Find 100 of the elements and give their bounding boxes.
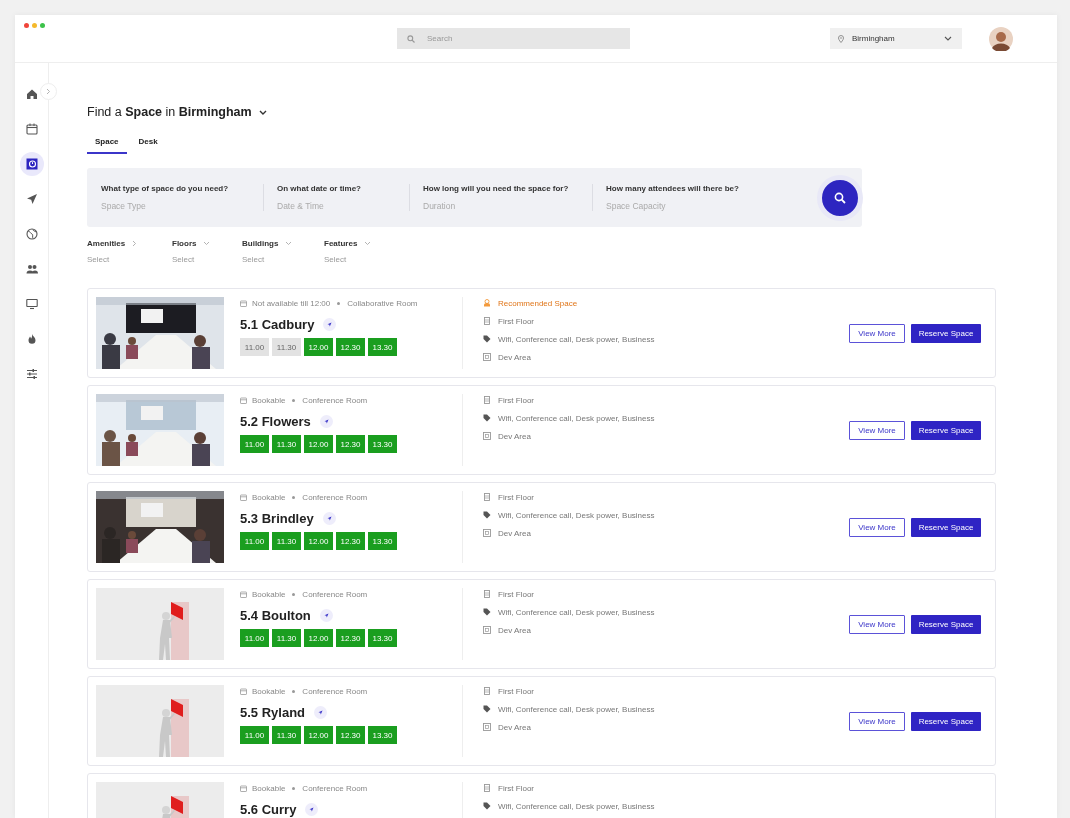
availability-status: Bookable — [252, 784, 286, 793]
time-slot[interactable]: 12.00 — [304, 629, 333, 647]
calendar-icon — [240, 300, 247, 307]
time-slot[interactable]: 11.30 — [272, 532, 301, 550]
availability-status: Bookable — [252, 590, 286, 599]
time-slot[interactable]: 11.30 — [272, 338, 301, 356]
chevron-right-icon — [132, 240, 138, 247]
area-icon — [483, 723, 491, 731]
detail-text: Recommended Space — [498, 298, 578, 308]
time-slot[interactable]: 11.30 — [272, 435, 301, 453]
tag-icon — [483, 705, 491, 713]
chevron-right-icon — [46, 88, 51, 95]
people-icon — [25, 263, 38, 275]
reserve-button[interactable]: Reserve Space — [911, 323, 981, 343]
time-slot[interactable]: 11.00 — [240, 338, 269, 356]
location-dropdown[interactable]: Birmingham — [830, 28, 962, 49]
detail-text: First Floor — [498, 395, 534, 405]
room-type: Collaborative Room — [347, 299, 418, 308]
view-more-button[interactable]: View More — [849, 517, 905, 537]
filter-dropdown[interactable]: Buildings Select — [242, 239, 324, 264]
view-more-button[interactable]: View More — [849, 420, 905, 440]
person-icon — [483, 299, 491, 307]
time-slot[interactable]: 13.30 — [368, 629, 397, 647]
detail-text: First Floor — [498, 316, 534, 326]
time-slot[interactable]: 12.00 — [304, 726, 333, 744]
page-title: Find a Space in Birmingham — [87, 105, 252, 119]
view-more-button[interactable]: View More — [849, 711, 905, 731]
time-slot[interactable]: 12.00 — [304, 435, 333, 453]
detail-text: Dev Area — [498, 625, 531, 635]
room-type: Conference Room — [302, 687, 368, 696]
chevron-down-icon[interactable] — [258, 109, 267, 115]
detail-text: First Floor — [498, 589, 534, 599]
detail-text: Wifi, Conference call, Desk power, Business — [498, 801, 655, 811]
input-field[interactable]: Date & Time — [277, 201, 395, 211]
time-slot[interactable]: 11.00 — [240, 532, 269, 550]
time-slot[interactable]: 12.00 — [304, 532, 333, 550]
building-icon — [483, 590, 491, 598]
tag-icon — [483, 802, 491, 810]
filter-dropdown[interactable]: Floors Select — [172, 239, 242, 264]
field-label: How long will you need the space for? — [423, 184, 570, 193]
location-pin-icon — [838, 34, 844, 43]
time-slot[interactable]: 13.30 — [368, 726, 397, 744]
time-slot[interactable]: 11.30 — [272, 726, 301, 744]
availability-status: Bookable — [252, 396, 286, 405]
reserve-button[interactable]: Reserve Space — [911, 614, 981, 634]
time-slot[interactable]: 12.00 — [304, 338, 333, 356]
time-slot[interactable]: 12.30 — [336, 338, 365, 356]
field-label: How many attendees will there be? — [606, 184, 740, 193]
room-type: Conference Room — [302, 784, 368, 793]
time-slot[interactable]: 12.30 — [336, 629, 365, 647]
reserve-button[interactable]: Reserve Space — [911, 711, 981, 731]
time-slot[interactable]: 11.00 — [240, 726, 269, 744]
area-icon — [483, 626, 491, 634]
input-field[interactable]: Space Type — [101, 201, 249, 211]
time-slot[interactable]: 13.30 — [368, 338, 397, 356]
time-slot[interactable]: 13.30 — [368, 532, 397, 550]
view-more-button[interactable]: View More — [849, 614, 905, 634]
time-slot[interactable]: 11.00 — [240, 629, 269, 647]
calendar-icon — [240, 397, 247, 404]
detail-text: Wifi, Conference call, Desk power, Business — [498, 413, 655, 423]
input-field[interactable]: Duration — [423, 201, 578, 211]
reserve-button[interactable]: Reserve Space — [911, 517, 981, 537]
time-slot[interactable]: 11.30 — [272, 629, 301, 647]
building-icon — [483, 317, 491, 325]
send-icon — [25, 193, 38, 205]
tag-icon — [483, 608, 491, 616]
field-label: On what date or time? — [277, 184, 362, 193]
detail-text: Dev Area — [498, 352, 531, 362]
search-field[interactable]: Search — [397, 28, 630, 49]
search-icon — [407, 35, 415, 43]
space-name: 5.5 Ryland — [240, 705, 306, 720]
time-slot[interactable]: 11.00 — [240, 435, 269, 453]
time-slot[interactable]: 13.30 — [368, 435, 397, 453]
reserve-button[interactable]: Reserve Space — [911, 420, 981, 440]
calendar-icon — [25, 123, 38, 135]
space-name: 5.3 Brindley — [240, 511, 314, 526]
time-slot[interactable]: 12.30 — [336, 435, 365, 453]
filter-dropdown[interactable]: Amenities Select — [87, 239, 172, 264]
detail-text: Dev Area — [498, 431, 531, 441]
area-icon — [483, 353, 491, 361]
time-slot[interactable]: 12.30 — [336, 726, 365, 744]
avatar[interactable] — [989, 26, 1013, 51]
building-icon — [483, 493, 491, 501]
availability-status: Bookable — [252, 687, 286, 696]
room-type: Conference Room — [302, 396, 368, 405]
chevron-down-icon — [364, 241, 372, 246]
space-name: 5.4 Boulton — [240, 608, 311, 623]
filter-dropdown[interactable]: Features Select — [324, 239, 404, 264]
detail-text: Wifi, Conference call, Desk power, Business — [498, 704, 655, 714]
input-field[interactable]: Space Capacity — [606, 201, 758, 211]
search-icon — [834, 191, 846, 204]
tab[interactable]: Space — [87, 133, 127, 154]
sliders-icon — [25, 368, 38, 380]
field-label: What type of space do you need? — [101, 184, 230, 193]
view-more-button[interactable]: View More — [849, 323, 905, 343]
room-type: Conference Room — [302, 493, 368, 502]
tab[interactable]: Desk — [130, 133, 166, 154]
detail-text: Dev Area — [498, 722, 531, 732]
time-slot[interactable]: 12.30 — [336, 532, 365, 550]
sidebar-item[interactable] — [19, 152, 44, 176]
